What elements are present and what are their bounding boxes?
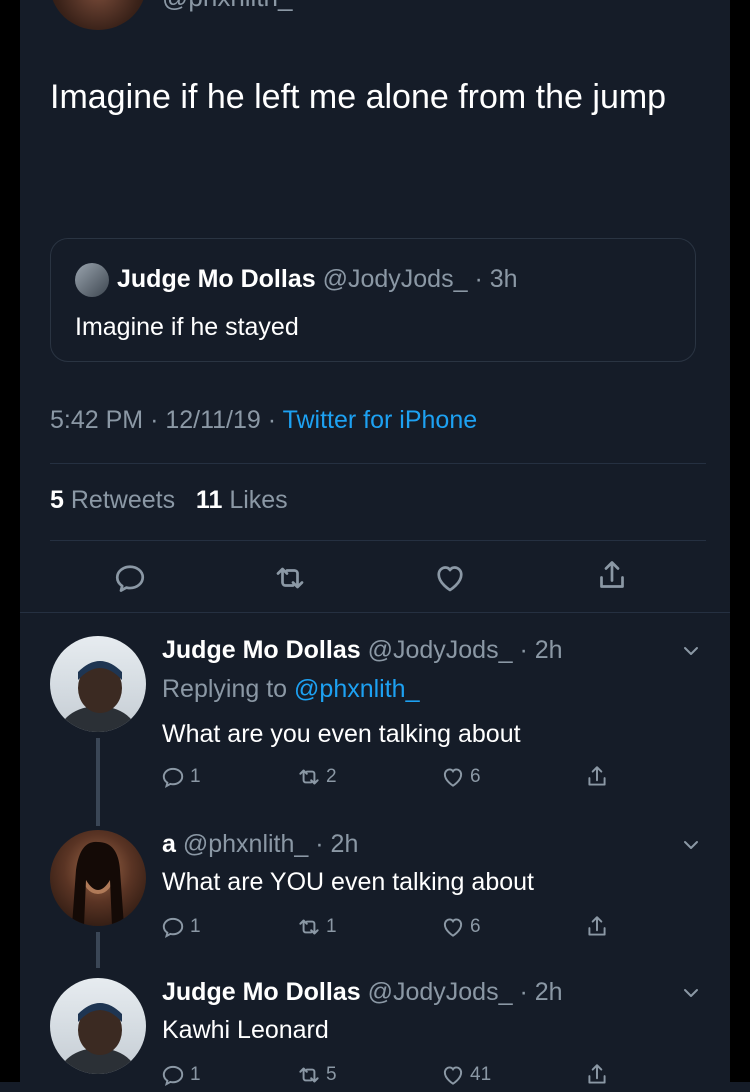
retweet-icon[interactable] <box>272 560 308 596</box>
left-border <box>0 0 20 1082</box>
share-icon <box>588 1064 606 1084</box>
reply-avatar[interactable] <box>50 830 146 926</box>
reply-time: 2h <box>534 978 563 1006</box>
reply-time: 2h <box>534 636 563 664</box>
share-button[interactable] <box>584 914 610 940</box>
heart-icon <box>443 918 463 937</box>
reply-author-name[interactable]: Judge Mo Dollas <box>162 636 361 664</box>
heart-icon <box>443 1066 463 1085</box>
separator: · <box>474 265 483 293</box>
reply-count: 1 <box>190 916 201 937</box>
reply-count: 1 <box>190 766 201 787</box>
like-button[interactable]: 6 <box>440 764 481 790</box>
reply-actions: 1 1 6 <box>160 914 640 944</box>
divider <box>50 540 706 541</box>
author-handle[interactable]: @phxnlith_ <box>162 0 292 13</box>
retweet-icon <box>299 1067 319 1083</box>
reply-time: 2h <box>330 830 359 858</box>
retweet-count: 5 <box>326 1064 337 1085</box>
reply-icon[interactable] <box>112 560 148 596</box>
share-icon[interactable] <box>594 558 630 594</box>
reply-text: Kawhi Leonard <box>162 1016 329 1044</box>
retweet-icon <box>299 769 319 785</box>
like-count: 6 <box>470 916 481 937</box>
likes-count[interactable]: 11 <box>196 486 222 514</box>
reply-actions: 1 2 6 <box>160 764 640 794</box>
reply-avatar[interactable] <box>50 636 146 732</box>
tweet-stats: 5 Retweets 11 Likes <box>50 486 288 515</box>
reply-icon <box>162 917 184 939</box>
separator: · <box>315 830 324 858</box>
divider <box>20 612 730 613</box>
tweet-meta: 5:42 PM · 12/11/19 · Twitter for iPhone <box>50 406 477 435</box>
heart-icon <box>443 768 463 787</box>
like-count: 41 <box>470 1064 492 1085</box>
reply-author-name[interactable]: Judge Mo Dollas <box>162 978 361 1006</box>
right-border <box>730 0 750 1082</box>
reply-icon <box>162 1065 184 1087</box>
retweet-button[interactable]: 5 <box>296 1062 337 1088</box>
tweet-date: 12/11/19 <box>165 406 261 434</box>
reply-header: Judge Mo Dollas @JodyJods_ · 2h <box>162 636 563 665</box>
share-icon <box>588 766 606 786</box>
chevron-down-icon[interactable] <box>680 640 702 662</box>
likes-label[interactable]: Likes <box>229 486 287 514</box>
reply-author-name[interactable]: a <box>162 830 176 858</box>
share-button[interactable] <box>584 764 610 790</box>
separator: · <box>519 636 528 664</box>
reply-actions: 1 5 41 <box>160 1062 640 1092</box>
like-button[interactable]: 41 <box>440 1062 491 1088</box>
reply-author-handle[interactable]: @JodyJods_ <box>368 636 513 664</box>
thread-line <box>96 932 100 968</box>
tweet-actions <box>0 558 750 598</box>
chevron-down-icon[interactable] <box>680 982 702 1004</box>
reply-avatar[interactable] <box>50 978 146 1074</box>
retweet-button[interactable]: 1 <box>296 914 337 940</box>
share-icon <box>588 916 606 936</box>
retweets-count[interactable]: 5 <box>50 486 64 514</box>
separator: · <box>150 406 159 434</box>
reply-count: 1 <box>190 1064 201 1085</box>
retweet-count: 2 <box>326 766 337 787</box>
quoted-tweet-text: Imagine if he stayed <box>75 313 299 341</box>
heart-icon[interactable] <box>432 560 468 596</box>
chevron-down-icon[interactable] <box>680 834 702 856</box>
retweet-button[interactable]: 2 <box>296 764 337 790</box>
quoted-tweet-card[interactable]: Judge Mo Dollas @JodyJods_ · 3h Imagine … <box>50 238 696 362</box>
quoted-time: 3h <box>489 265 518 293</box>
tweet-text: Imagine if he left me alone from the jum… <box>50 78 667 116</box>
like-button[interactable]: 6 <box>440 914 481 940</box>
reply-button[interactable]: 1 <box>160 1062 201 1088</box>
separator: · <box>519 978 528 1006</box>
reply-button[interactable]: 1 <box>160 764 201 790</box>
author-avatar[interactable] <box>50 0 146 30</box>
quoted-author-name: Judge Mo Dollas <box>117 265 316 293</box>
replying-to-handle[interactable]: @phxnlith_ <box>294 675 419 703</box>
reply-button[interactable]: 1 <box>160 914 201 940</box>
thread-line <box>96 738 100 826</box>
reply-text: What are YOU even talking about <box>162 868 534 896</box>
reply-author-handle[interactable]: @JodyJods_ <box>368 978 513 1006</box>
reply-icon <box>162 767 184 789</box>
quoted-tweet-header: Judge Mo Dollas @JodyJods_ · 3h <box>117 265 518 294</box>
like-count: 6 <box>470 766 481 787</box>
quoted-author-avatar <box>75 263 109 297</box>
retweets-label[interactable]: Retweets <box>71 486 175 514</box>
share-button[interactable] <box>584 1062 610 1088</box>
reply-header: a @phxnlith_ · 2h <box>162 830 358 859</box>
reply-header: Judge Mo Dollas @JodyJods_ · 2h <box>162 978 563 1007</box>
divider <box>50 463 706 464</box>
replying-to-label: Replying to <box>162 675 288 703</box>
tweet-source-link[interactable]: Twitter for iPhone <box>283 406 478 434</box>
retweet-icon <box>299 919 319 935</box>
reply-text: What are you even talking about <box>162 720 521 748</box>
replying-to: Replying to @phxnlith_ <box>162 675 419 704</box>
retweet-count: 1 <box>326 916 337 937</box>
quoted-author-handle: @JodyJods_ <box>322 265 468 293</box>
reply-author-handle[interactable]: @phxnlith_ <box>183 830 308 858</box>
tweet-time: 5:42 PM <box>50 406 144 434</box>
separator: · <box>267 406 277 434</box>
